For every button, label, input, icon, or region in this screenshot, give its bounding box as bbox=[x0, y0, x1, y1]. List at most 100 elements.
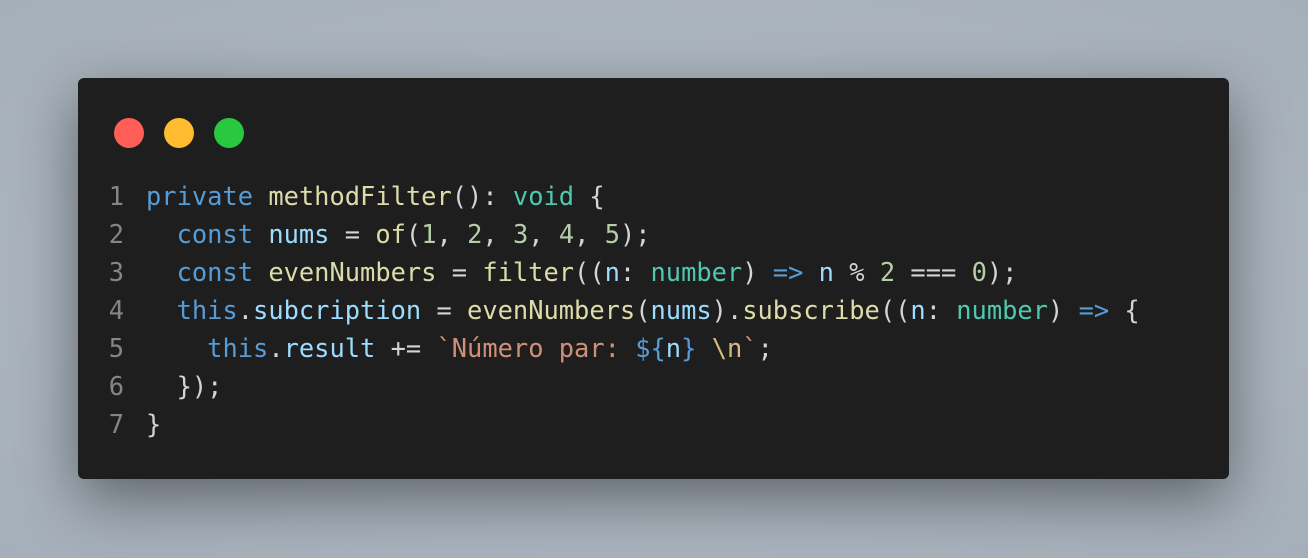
code-line: 3 const evenNumbers = filter((n: number)… bbox=[78, 253, 1140, 291]
line-number: 7 bbox=[108, 409, 124, 439]
token-punct: . bbox=[237, 295, 254, 325]
token-function: evenNumbers bbox=[467, 295, 636, 325]
token-number: 3 bbox=[512, 219, 529, 249]
token-punct: (( bbox=[574, 257, 605, 287]
token-punct: ); bbox=[620, 219, 651, 249]
code-block: 1 private methodFilter(): void {2 const n… bbox=[78, 177, 1140, 443]
token-variable: nums bbox=[650, 295, 712, 325]
token-punct: , bbox=[528, 219, 559, 249]
token-function: of bbox=[375, 219, 406, 249]
token-type: number bbox=[956, 295, 1048, 325]
token-punct: = bbox=[436, 257, 483, 287]
code-line: 1 private methodFilter(): void { bbox=[78, 177, 1140, 215]
token-punct: ( bbox=[405, 219, 422, 249]
token-punct: : bbox=[619, 257, 651, 287]
line-number: 6 bbox=[108, 371, 124, 401]
token-keyword: this bbox=[176, 295, 238, 325]
token-punct: , bbox=[574, 219, 605, 249]
token-punct: += bbox=[375, 333, 437, 363]
token-punct: = bbox=[421, 295, 468, 325]
token-variable: n bbox=[604, 257, 620, 287]
token-keyword: const bbox=[176, 257, 254, 287]
token-punct: . bbox=[268, 333, 284, 363]
token-variable: subcription bbox=[253, 295, 422, 325]
token-function: methodFilter bbox=[268, 181, 452, 211]
token-punct: }); bbox=[146, 371, 223, 401]
token-punct: , bbox=[436, 219, 468, 249]
token-function: evenNumbers bbox=[268, 257, 437, 287]
line-text: }); bbox=[146, 367, 223, 405]
token-function: filter bbox=[482, 257, 575, 287]
token-punct: ( bbox=[635, 295, 651, 325]
token-function: subscribe bbox=[742, 295, 880, 325]
token-number: 2 bbox=[467, 219, 483, 249]
token-string: ` bbox=[742, 333, 758, 363]
token-punct bbox=[253, 257, 268, 287]
code-line: 7} bbox=[78, 405, 1140, 443]
token-keyword: => bbox=[1078, 295, 1110, 325]
token-punct: (): bbox=[451, 181, 513, 211]
token-punct: % bbox=[833, 257, 880, 287]
token-variable: n bbox=[818, 257, 834, 287]
token-punct: ; bbox=[757, 333, 773, 363]
token-punct: { bbox=[1109, 295, 1140, 325]
token-string: `Número par: bbox=[436, 333, 636, 363]
token-string bbox=[696, 333, 711, 363]
token-number: 4 bbox=[558, 219, 575, 249]
line-number: 2 bbox=[108, 219, 124, 249]
token-variable: n bbox=[665, 333, 682, 363]
token-punct: ) bbox=[1047, 295, 1079, 325]
token-punct: ); bbox=[986, 257, 1018, 287]
line-text: private methodFilter(): void { bbox=[146, 177, 605, 215]
close-dot-icon bbox=[114, 118, 144, 148]
line-text: const evenNumbers = filter((n: number) =… bbox=[146, 253, 1018, 291]
maximize-dot-icon bbox=[214, 118, 244, 148]
minimize-dot-icon bbox=[164, 118, 194, 148]
token-punct bbox=[146, 333, 207, 363]
token-punct: (( bbox=[879, 295, 911, 325]
token-punct bbox=[146, 295, 177, 325]
token-variable: n bbox=[910, 295, 926, 325]
line-text: const nums = of(1, 2, 3, 4, 5); bbox=[146, 215, 651, 253]
token-keyword: => bbox=[772, 257, 804, 287]
token-punct: : bbox=[925, 295, 957, 325]
token-number: 0 bbox=[971, 257, 987, 287]
token-variable: result bbox=[283, 333, 376, 363]
token-punct bbox=[803, 257, 818, 287]
line-number: 1 bbox=[108, 181, 124, 211]
code-line: 5 this.result += `Número par: ${n} \n`; bbox=[78, 329, 1140, 367]
token-punct: { bbox=[574, 181, 605, 211]
token-variable: nums bbox=[268, 219, 330, 249]
line-number: 4 bbox=[108, 295, 124, 325]
token-number: 1 bbox=[421, 219, 437, 249]
token-punct bbox=[253, 219, 268, 249]
token-punct bbox=[146, 219, 177, 249]
code-line: 4 this.subcription = evenNumbers(nums).s… bbox=[78, 291, 1140, 329]
line-text: } bbox=[146, 405, 161, 443]
line-text: this.subcription = evenNumbers(nums).sub… bbox=[146, 291, 1140, 329]
code-line: 6 }); bbox=[78, 367, 1140, 405]
line-number: 5 bbox=[108, 333, 124, 363]
token-keyword: private bbox=[146, 181, 254, 211]
token-number: 2 bbox=[879, 257, 896, 287]
token-keyword: ${ bbox=[635, 333, 666, 363]
token-punct: === bbox=[895, 257, 972, 287]
token-punct: } bbox=[146, 409, 162, 439]
token-keyword: const bbox=[176, 219, 254, 249]
token-punct bbox=[146, 257, 177, 287]
token-keyword: this bbox=[207, 333, 269, 363]
token-type: number bbox=[650, 257, 743, 287]
token-number: 5 bbox=[604, 219, 620, 249]
line-number: 3 bbox=[108, 257, 124, 287]
code-window: 1 private methodFilter(): void {2 const n… bbox=[78, 78, 1229, 479]
token-type: void bbox=[512, 181, 575, 211]
token-punct: ) bbox=[742, 257, 773, 287]
code-line: 2 const nums = of(1, 2, 3, 4, 5); bbox=[78, 215, 1140, 253]
token-punct: = bbox=[329, 219, 376, 249]
token-escape: \n bbox=[711, 333, 743, 363]
token-punct: ). bbox=[711, 295, 743, 325]
token-punct: , bbox=[482, 219, 513, 249]
token-keyword: } bbox=[681, 333, 697, 363]
line-text: this.result += `Número par: ${n} \n`; bbox=[146, 329, 773, 367]
token-punct bbox=[253, 181, 268, 211]
